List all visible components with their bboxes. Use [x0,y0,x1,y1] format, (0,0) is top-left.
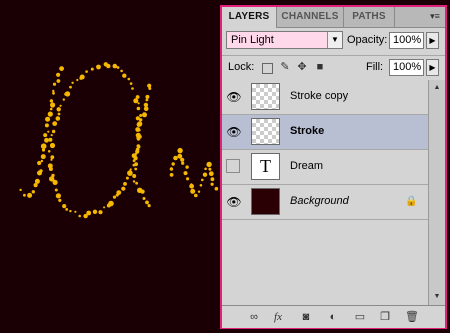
tab-paths[interactable]: PATHS [344,7,395,27]
opacity-input[interactable]: 100% [389,32,424,49]
new-layer-icon[interactable]: ❐ [377,310,393,324]
lock-label: Lock: [228,61,254,73]
layer-name: Stroke [290,125,324,137]
layer-thumbnail [251,83,280,110]
fill-input[interactable]: 100% [389,59,424,76]
blend-mode-value: Pin Light [231,34,274,46]
layer-row[interactable]: 👁 Stroke copy [222,80,428,115]
blend-opacity-row: Pin Light ▼ Opacity: 100% ▶ [222,28,445,55]
layers-list: 👁 Stroke copy 👁 Stroke T Dream 👁 Backgro… [222,80,428,290]
panel-tabs: LAYERS CHANNELS PATHS ▾≡ [222,7,445,28]
layer-name: Background [290,195,349,207]
layer-name: Dream [290,160,323,172]
layer-thumbnail [251,188,280,215]
tab-layers[interactable]: LAYERS [222,7,277,28]
layers-panel: LAYERS CHANNELS PATHS ▾≡ Pin Light ▼ Opa… [220,5,447,329]
layers-scrollbar[interactable]: ▲ ▼ [428,80,445,305]
lock-brush-icon[interactable]: ✎ [279,61,291,73]
layer-row[interactable]: T Dream [222,150,428,185]
tab-channels[interactable]: CHANNELS [277,7,344,27]
layer-thumbnail [251,118,280,145]
text-layer-thumbnail: T [251,153,280,180]
fill-label: Fill: [366,61,383,73]
opacity-arrow-icon[interactable]: ▶ [426,32,439,49]
lock-transparent-icon[interactable] [262,63,273,74]
trash-icon[interactable]: 🗑 [404,310,420,324]
lock-icon: 🔒 [405,196,417,207]
eye-icon[interactable]: 👁 [226,125,242,139]
lock-move-icon[interactable]: ✥ [296,61,308,73]
adjustment-layer-icon[interactable]: ◐ [325,310,341,324]
layer-name: Stroke copy [290,90,348,102]
hidden-visibility-box[interactable] [226,159,240,173]
panel-menu-icon[interactable]: ▾≡ [428,10,442,23]
layer-row[interactable]: 👁 Background 🔒 [222,185,428,220]
scroll-up-icon[interactable]: ▲ [430,82,444,94]
scroll-down-icon[interactable]: ▼ [430,291,444,303]
opacity-label: Opacity: [347,34,387,46]
group-folder-icon[interactable]: ▭ [352,310,368,324]
fill-arrow-icon[interactable]: ▶ [426,59,439,76]
link-layers-icon[interactable]: ∞ [246,310,262,324]
lock-fill-row: Lock: ✎ ✥ ■ Fill: 100% ▶ [222,55,445,81]
eye-icon[interactable]: 👁 [226,90,242,104]
lock-all-icon[interactable]: ■ [314,61,326,73]
fx-icon[interactable]: fx [270,310,286,324]
eye-icon[interactable]: 👁 [226,195,242,209]
blend-mode-select[interactable]: Pin Light ▼ [226,31,343,49]
layer-row[interactable]: 👁 Stroke [222,115,428,150]
layers-bottom-toolbar: ∞ fx ◙ ◐ ▭ ❐ 🗑 [222,305,445,328]
layer-mask-icon[interactable]: ◙ [298,310,314,324]
chevron-down-icon[interactable]: ▼ [327,32,342,48]
